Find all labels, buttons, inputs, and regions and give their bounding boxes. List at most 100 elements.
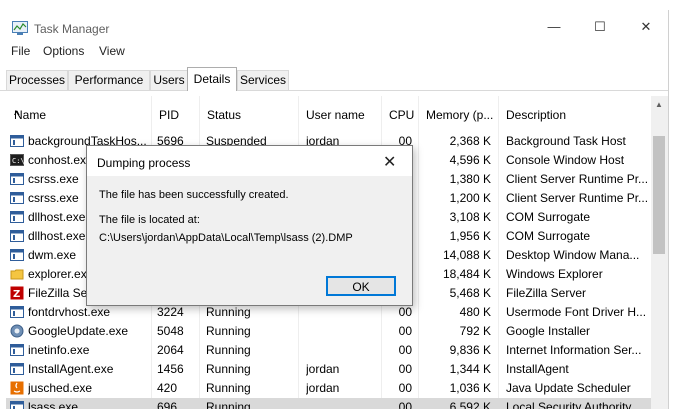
dumping-process-dialog: Dumping process ✕ The file has been succ… [86, 145, 413, 306]
window-icon [10, 363, 24, 375]
svg-text:C:\: C:\ [12, 157, 24, 165]
window-icon [10, 306, 24, 318]
table-row[interactable]: inetinfo.exe 2064 Running 00 9,836 K Internet… [6, 341, 651, 360]
dialog-message: The file has been successfully created. [99, 189, 289, 201]
process-status: Running [206, 381, 251, 395]
task-manager-icon [12, 21, 28, 35]
tab-processes[interactable]: Processes [6, 70, 68, 90]
column-header-description[interactable]: Description [498, 96, 651, 132]
process-description: Usermode Font Driver H... [506, 305, 647, 319]
process-name: InstallAgent.exe [28, 362, 114, 376]
ok-button[interactable]: OK [326, 276, 396, 296]
tab-strip: Processes Performance Users Details Serv… [0, 67, 677, 91]
process-cpu: 00 [398, 381, 412, 395]
process-memory: 1,344 K [449, 362, 491, 376]
process-memory: 9,836 K [449, 343, 491, 357]
tab-users[interactable]: Users [150, 70, 188, 90]
process-memory: 1,200 K [449, 191, 491, 205]
process-pid: 1456 [157, 362, 184, 376]
process-description: InstallAgent [506, 362, 569, 376]
column-header-username[interactable]: User name [298, 96, 382, 132]
process-name: lsass.exe [28, 400, 79, 409]
svg-text:Z: Z [13, 289, 20, 300]
process-pid: 420 [157, 381, 178, 395]
table-row[interactable]: lsass.exe 696 Running 00 6,592 K Local Securi… [6, 398, 651, 409]
process-memory: 5,468 K [449, 286, 491, 300]
menu-file[interactable]: File [11, 44, 30, 58]
process-description: Console Window Host [506, 153, 625, 167]
process-description: Desktop Window Mana... [506, 248, 640, 262]
process-cpu: 00 [398, 400, 412, 409]
console-icon: C:\ [10, 154, 24, 166]
column-header-name[interactable]: ^ Name [6, 96, 152, 132]
column-header-label: CPU [389, 108, 415, 122]
process-description: Windows Explorer [506, 267, 603, 281]
dialog-close-button[interactable]: ✕ [383, 152, 396, 172]
process-description: Google Installer [506, 324, 591, 338]
column-header-label: PID [159, 108, 180, 122]
process-description: FileZilla Server [506, 286, 587, 300]
process-name: jusched.exe [28, 381, 93, 395]
process-username: jordan [306, 381, 340, 395]
process-username [306, 343, 380, 358]
window-icon [10, 344, 24, 356]
dialog-file-path: C:\Users\jordan\AppData\Local\Temp\lsass… [99, 232, 353, 244]
column-header-label: Status [207, 108, 242, 122]
scroll-up-icon[interactable]: ▲ [655, 100, 663, 109]
process-status: Running [206, 305, 251, 319]
process-description: Internet Information Ser... [506, 343, 642, 357]
menu-view[interactable]: View [99, 44, 125, 58]
column-header-cpu[interactable]: CPU [381, 96, 419, 132]
column-header-memory[interactable]: Memory (p... [418, 96, 499, 132]
vertical-scrollbar[interactable]: ▲ [651, 96, 668, 409]
process-name: inetinfo.exe [28, 343, 90, 357]
process-memory: 3,108 K [449, 210, 491, 224]
process-pid: 5048 [157, 324, 184, 338]
minimize-button[interactable]: — [531, 18, 577, 36]
process-name: fontdrvhost.exe [28, 305, 111, 319]
process-memory: 6,592 K [449, 400, 491, 409]
tab-details[interactable]: Details [187, 67, 237, 91]
process-memory: 1,956 K [449, 229, 491, 243]
filezilla-icon: Z [10, 286, 24, 300]
process-description: COM Surrogate [506, 229, 591, 243]
folder-icon [10, 269, 24, 280]
process-memory: 1,036 K [449, 381, 491, 395]
column-header-label: Name [14, 108, 47, 122]
process-pid: 3224 [157, 305, 184, 319]
close-button[interactable]: ✕ [623, 18, 669, 36]
window-icon [10, 230, 24, 242]
process-status: Running [206, 400, 251, 409]
process-username: jordan [306, 362, 340, 376]
process-description: Java Update Scheduler [506, 381, 631, 395]
process-username [306, 305, 380, 320]
scrollbar-thumb[interactable] [653, 136, 665, 254]
table-row[interactable]: InstallAgent.exe 1456 Running jordan 00 1,344… [6, 360, 651, 379]
table-row[interactable]: jusched.exe 420 Running jordan 00 1,036 K Java… [6, 379, 651, 398]
column-header-pid[interactable]: PID [151, 96, 200, 132]
window-icon [10, 192, 24, 204]
column-header-label: User name [306, 108, 365, 122]
process-status: Running [206, 343, 251, 357]
table-row[interactable]: GoogleUpdate.exe 5048 Running 00 792 K Google… [6, 322, 651, 341]
process-cpu: 00 [398, 343, 412, 357]
process-description: COM Surrogate [506, 210, 591, 224]
process-memory: 14,088 K [442, 248, 491, 262]
tab-performance[interactable]: Performance [68, 70, 150, 90]
process-pid: 2064 [157, 343, 184, 357]
process-description: Client Server Runtime Pr... [506, 172, 649, 186]
window-icon [10, 249, 24, 261]
process-cpu: 00 [398, 362, 412, 376]
menu-options[interactable]: Options [43, 44, 84, 58]
google-update-icon [10, 324, 24, 338]
maximize-button[interactable]: ☐ [577, 18, 623, 36]
window-icon [10, 401, 24, 409]
column-header-status[interactable]: Status [199, 96, 299, 132]
tab-services[interactable]: Services [237, 70, 289, 90]
title-bar: Task Manager — ☐ ✕ [0, 0, 677, 36]
window-border [668, 10, 677, 409]
column-header-label: Description [506, 108, 567, 122]
process-memory: 480 K [459, 305, 491, 319]
dialog-title-bar: Dumping process ✕ [87, 146, 412, 176]
process-description: Client Server Runtime Pr... [506, 191, 649, 205]
